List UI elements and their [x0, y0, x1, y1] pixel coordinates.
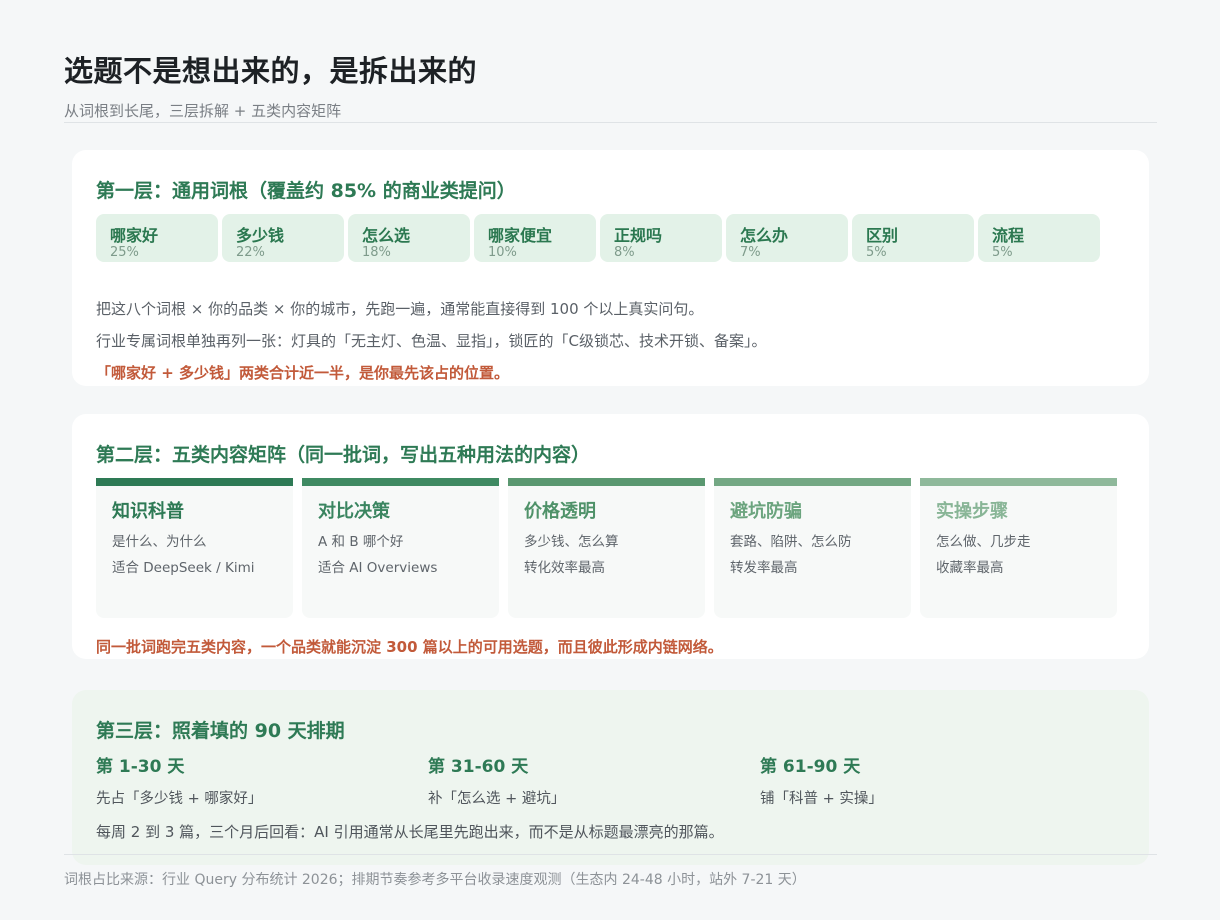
page-header: 选题不是想出来的，是拆出来的 从词根到长尾，三层拆解 + 五类内容矩阵 — [64, 48, 1157, 121]
chip-label: 哪家便宜 — [488, 226, 553, 245]
page-subtitle: 从词根到长尾，三层拆解 + 五类内容矩阵 — [64, 102, 342, 120]
footer-divider — [64, 854, 1157, 855]
matrix-column: 避坑防骗 套路、陷阱、怎么防 转发率最高 — [714, 478, 911, 618]
root-chip: 多少钱 22% — [222, 214, 344, 262]
chip-percent: 18% — [362, 245, 391, 260]
chip-label: 正规吗 — [614, 226, 663, 245]
column-title: 实操步骤 — [936, 501, 1008, 522]
matrix-column: 价格透明 多少钱、怎么算 转化效率最高 — [508, 478, 705, 618]
phase-desc: 铺「科普 + 实操」 — [760, 791, 883, 807]
column-title: 价格透明 — [524, 501, 596, 522]
footer-source-note: 词根占比来源：行业 Query 分布统计 2026；排期节奏参考多平台收录速度观… — [64, 872, 806, 888]
phase-title: 第 31-60 天 — [428, 757, 529, 777]
phase-title: 第 61-90 天 — [760, 757, 861, 777]
root-chip: 区别 5% — [852, 214, 974, 262]
matrix-column: 对比决策 A 和 B 哪个好 适合 AI Overviews — [302, 478, 499, 618]
schedule-phase: 第 31-60 天 补「怎么选 + 避坑」 — [428, 752, 748, 808]
chip-percent: 8% — [614, 245, 635, 260]
layer3-note: 每周 2 到 3 篇，三个月后回看：AI 引用通常从长尾里先跑出来，而不是从标题… — [96, 823, 724, 841]
column-accent-bar — [920, 478, 1117, 486]
chip-label: 怎么办 — [740, 226, 789, 245]
column-note: 转化效率最高 — [524, 560, 605, 576]
chip-percent: 25% — [110, 245, 139, 260]
layer3-card: 第三层：照着填的 90 天排期 第 1-30 天 先占「多少钱 + 哪家好」 第… — [72, 690, 1149, 865]
page-title: 选题不是想出来的，是拆出来的 — [64, 54, 478, 88]
column-title: 对比决策 — [318, 501, 390, 522]
chip-percent: 10% — [488, 245, 517, 260]
root-chip: 怎么办 7% — [726, 214, 848, 262]
chip-label: 区别 — [866, 226, 899, 245]
chip-label: 流程 — [992, 226, 1025, 245]
column-title: 避坑防骗 — [730, 501, 802, 522]
layer2-card: 第二层：五类内容矩阵（同一批词，写出五种用法的内容） 知识科普 是什么、为什么 … — [72, 414, 1149, 659]
chip-label: 多少钱 — [236, 226, 285, 245]
column-accent-bar — [508, 478, 705, 486]
column-desc: 套路、陷阱、怎么防 — [730, 534, 852, 550]
root-chip: 哪家好 25% — [96, 214, 218, 262]
layer1-paragraph: 行业专属词根单独再列一张：灯具的「无主灯、色温、显指」，锁匠的「C级锁芯、技术开… — [96, 332, 767, 350]
column-note: 适合 AI Overviews — [318, 560, 438, 576]
column-desc: 怎么做、几步走 — [936, 534, 1031, 550]
layer3-title: 第三层：照着填的 90 天排期 — [96, 720, 345, 742]
root-chip: 正规吗 8% — [600, 214, 722, 262]
column-desc: 多少钱、怎么算 — [524, 534, 619, 550]
header-divider — [64, 122, 1157, 123]
phase-title: 第 1-30 天 — [96, 757, 185, 777]
chip-percent: 5% — [866, 245, 887, 260]
root-chip: 流程 5% — [978, 214, 1100, 262]
chip-percent: 22% — [236, 245, 265, 260]
layer2-highlight: 同一批词跑完五类内容，一个品类就能沉淀 300 篇以上的可用选题，而且彼此形成内… — [96, 638, 723, 656]
column-accent-bar — [96, 478, 293, 486]
schedule-phase: 第 1-30 天 先占「多少钱 + 哪家好」 — [96, 752, 416, 808]
root-chip: 哪家便宜 10% — [474, 214, 596, 262]
root-chip: 怎么选 18% — [348, 214, 470, 262]
root-word-chips: 哪家好 25% 多少钱 22% 怎么选 18% 哪家便宜 10% 正规吗 8% … — [96, 214, 1100, 262]
chip-percent: 5% — [992, 245, 1013, 260]
column-title: 知识科普 — [112, 501, 184, 522]
phase-desc: 补「怎么选 + 避坑」 — [428, 791, 566, 807]
matrix-column: 实操步骤 怎么做、几步走 收藏率最高 — [920, 478, 1117, 618]
layer1-paragraph: 把这八个词根 × 你的品类 × 你的城市，先跑一遍，通常能直接得到 100 个以… — [96, 300, 704, 318]
column-desc: A 和 B 哪个好 — [318, 534, 404, 550]
chip-percent: 7% — [740, 245, 761, 260]
phase-desc: 先占「多少钱 + 哪家好」 — [96, 791, 263, 807]
schedule-phase: 第 61-90 天 铺「科普 + 实操」 — [760, 752, 1080, 808]
content-matrix: 知识科普 是什么、为什么 适合 DeepSeek / Kimi 对比决策 A 和… — [96, 478, 1117, 618]
column-accent-bar — [714, 478, 911, 486]
column-note: 转发率最高 — [730, 560, 798, 576]
chip-label: 哪家好 — [110, 226, 159, 245]
layer1-card: 第一层：通用词根（覆盖约 85% 的商业类提问） 哪家好 25% 多少钱 22%… — [72, 150, 1149, 386]
layer2-title: 第二层：五类内容矩阵（同一批词，写出五种用法的内容） — [96, 444, 591, 466]
matrix-column: 知识科普 是什么、为什么 适合 DeepSeek / Kimi — [96, 478, 293, 618]
column-desc: 是什么、为什么 — [112, 534, 207, 550]
column-accent-bar — [302, 478, 499, 486]
layer1-highlight: 「哪家好 + 多少钱」两类合计近一半，是你最先该占的位置。 — [96, 364, 510, 382]
column-note: 适合 DeepSeek / Kimi — [112, 560, 255, 576]
chip-label: 怎么选 — [362, 226, 411, 245]
column-note: 收藏率最高 — [936, 560, 1004, 576]
layer1-title: 第一层：通用词根（覆盖约 85% 的商业类提问） — [96, 180, 516, 202]
